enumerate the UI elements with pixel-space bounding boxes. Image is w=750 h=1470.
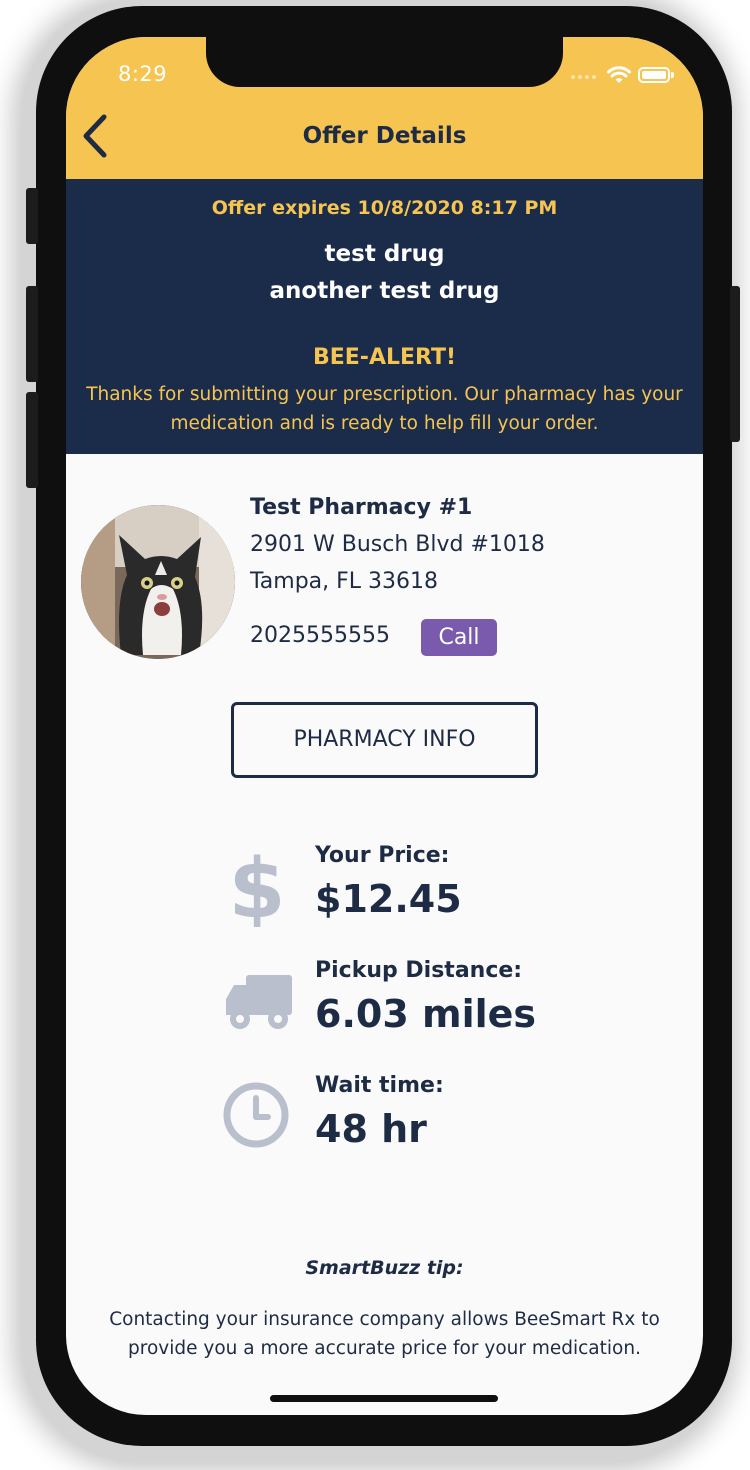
pharmacy-info-button[interactable]: PHARMACY INFO — [231, 702, 538, 778]
offer-banner: Offer expires 10/8/2020 8:17 PM test dru… — [66, 179, 703, 454]
price-label: Your Price: — [315, 843, 450, 868]
bee-alert-title: BEE-ALERT! — [312, 345, 457, 370]
svg-text:$: $ — [230, 847, 284, 927]
battery-icon — [638, 67, 674, 83]
wifi-icon — [607, 66, 631, 83]
device-volume-up — [26, 286, 38, 382]
device-volume-down — [26, 392, 38, 488]
cat-photo — [81, 505, 235, 659]
status-time: 8:29 — [118, 62, 168, 86]
pharmacy-avatar — [81, 505, 235, 659]
wait-label: Wait time: — [315, 1073, 444, 1098]
distance-value: 6.03 miles — [315, 992, 537, 1036]
home-indicator[interactable] — [270, 1395, 498, 1402]
device-power-button — [730, 286, 740, 442]
dollar-icon: $ — [230, 847, 284, 927]
wait-value: 48 hr — [315, 1107, 427, 1151]
pharmacy-phone: 2025555555 — [250, 623, 390, 648]
price-value: $12.45 — [315, 877, 462, 921]
distance-label: Pickup Distance: — [315, 958, 523, 983]
cellular-signal-icon — [571, 75, 596, 79]
drug-name: another test drug — [269, 278, 500, 304]
pharmacy-address-line1: 2901 W Busch Blvd #1018 — [250, 532, 545, 557]
call-button[interactable]: Call — [421, 619, 497, 656]
pharmacy-name: Test Pharmacy #1 — [250, 495, 473, 520]
device-mute-switch — [26, 188, 38, 244]
offer-expiry: Offer expires 10/8/2020 8:17 PM — [211, 197, 558, 219]
clock-icon — [223, 1082, 289, 1148]
device-notch — [206, 37, 563, 87]
app-screen: 8:29 Offer Details Offer expires 10/8/20… — [66, 37, 703, 1415]
bee-alert-message: Thanks for submitting your prescription.… — [86, 384, 683, 434]
drug-name: test drug — [324, 241, 445, 267]
tip-body: Contacting your insurance company allows… — [109, 1309, 660, 1359]
pharmacy-address-line2: Tampa, FL 33618 — [250, 569, 439, 594]
page-title: Offer Details — [302, 123, 467, 149]
tip-title: SmartBuzz tip: — [305, 1257, 464, 1279]
truck-icon — [226, 975, 292, 1029]
